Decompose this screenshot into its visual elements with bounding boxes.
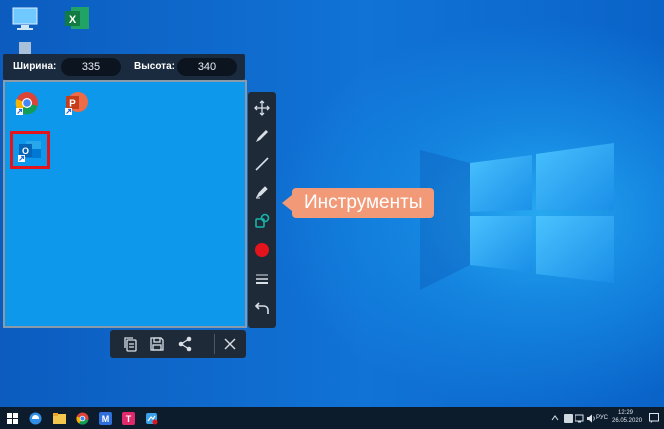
screenshot-app-icon[interactable] bbox=[143, 410, 159, 426]
svg-text:M: M bbox=[101, 414, 109, 424]
clock-time[interactable]: 12:29 bbox=[618, 410, 633, 417]
copy-icon[interactable] bbox=[118, 332, 142, 356]
width-field[interactable]: 335 bbox=[61, 58, 121, 76]
color-dot-icon[interactable] bbox=[248, 238, 276, 262]
toolbar-divider bbox=[214, 334, 215, 354]
app-t-icon[interactable]: T bbox=[120, 410, 136, 426]
this-pc-icon[interactable] bbox=[10, 4, 40, 34]
height-field[interactable]: 340 bbox=[177, 58, 237, 76]
start-icon[interactable] bbox=[4, 410, 20, 426]
excel-icon[interactable]: X bbox=[62, 4, 92, 34]
save-icon[interactable] bbox=[145, 332, 169, 356]
move-icon[interactable] bbox=[248, 96, 276, 120]
size-bar: Ширина: 335 Высота: 340 bbox=[3, 54, 245, 80]
taskbar: M T РУС 12:29 26.05.2020 bbox=[0, 407, 664, 429]
clock-date[interactable]: 26.05.2020 bbox=[612, 418, 642, 425]
desktop: X Ширина: 335 Высота: 340 P O Инструмент… bbox=[0, 0, 664, 407]
share-icon[interactable] bbox=[173, 332, 197, 356]
tools-callout: Инструменты bbox=[281, 188, 435, 218]
shape-icon[interactable] bbox=[248, 209, 276, 233]
close-icon[interactable] bbox=[218, 332, 242, 356]
svg-text:X: X bbox=[69, 14, 77, 26]
edge-icon[interactable] bbox=[27, 410, 43, 426]
width-label: Ширина: bbox=[13, 61, 57, 72]
selected-icon-highlight: O bbox=[10, 131, 50, 169]
drawing-toolbar bbox=[248, 92, 276, 328]
line-icon[interactable] bbox=[248, 152, 276, 176]
undo-icon[interactable] bbox=[248, 296, 276, 320]
chrome-taskbar-icon[interactable] bbox=[74, 410, 90, 426]
svg-text:T: T bbox=[125, 414, 131, 424]
height-label: Высота: bbox=[134, 61, 175, 72]
language-indicator[interactable]: РУС bbox=[596, 415, 608, 422]
marker-icon[interactable] bbox=[248, 180, 276, 204]
chrome-icon[interactable] bbox=[14, 90, 40, 116]
notifications-icon[interactable] bbox=[646, 410, 662, 426]
capture-area[interactable]: P O bbox=[3, 80, 247, 328]
app-m-icon[interactable]: M bbox=[97, 410, 113, 426]
action-toolbar bbox=[110, 330, 246, 358]
file-explorer-icon[interactable] bbox=[51, 410, 67, 426]
outlook-icon[interactable]: O bbox=[17, 137, 43, 163]
svg-text:P: P bbox=[69, 99, 76, 110]
pen-icon[interactable] bbox=[248, 124, 276, 148]
line-width-icon[interactable] bbox=[248, 267, 276, 291]
powerpoint-icon[interactable]: P bbox=[63, 90, 89, 116]
svg-text:O: O bbox=[22, 146, 29, 156]
